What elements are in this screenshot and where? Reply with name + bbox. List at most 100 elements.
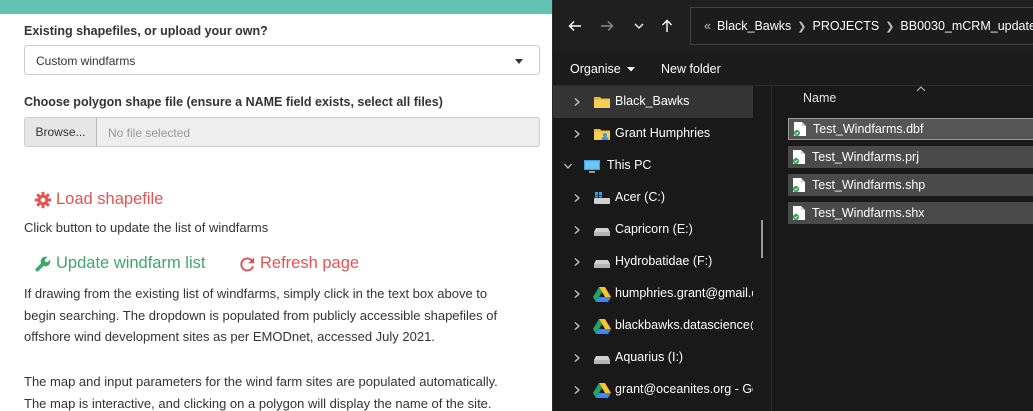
- file-item[interactable]: Test_Windfarms.prj: [788, 146, 1033, 168]
- caret-down-icon: [626, 67, 635, 72]
- nav-item-label: Grant Humphries: [615, 126, 711, 140]
- file-item[interactable]: Test_Windfarms.dbf: [788, 118, 1033, 140]
- organise-menu[interactable]: Organise: [570, 62, 636, 76]
- chevron-down-icon: [515, 59, 523, 64]
- nav-item-label: Acer (C:): [615, 190, 665, 204]
- refresh-page-button[interactable]: Refresh page: [238, 254, 359, 273]
- nav-item-label: Black_Bawks: [615, 94, 690, 108]
- gear-icon: [34, 191, 52, 208]
- chevron-right-icon[interactable]: [572, 321, 582, 331]
- chevron-down-icon: [634, 23, 644, 29]
- map-help: The map and input parameters for the win…: [24, 371, 498, 411]
- load-shapefile-button[interactable]: Load shapefile: [34, 190, 163, 209]
- nav-item-google-drive-oceanites[interactable]: grant@oceanites.org - Go: [553, 374, 753, 406]
- chevron-right-icon[interactable]: [572, 289, 582, 299]
- nav-item-label: Capricorn (E:): [615, 222, 693, 236]
- nav-item-label: Hydrobatidae (F:): [615, 254, 713, 268]
- nav-item-acer-drive[interactable]: Acer (C:): [553, 182, 753, 214]
- system-drive-icon: [594, 192, 610, 204]
- breadcrumb-chevron-icon: ❯: [797, 20, 807, 33]
- drive-icon: [594, 356, 610, 364]
- chevron-down-icon[interactable]: [563, 161, 573, 171]
- nav-item-label: blackbawks.datascience@: [615, 318, 753, 332]
- chevron-right-icon[interactable]: [572, 225, 582, 235]
- refresh-icon: [240, 256, 255, 271]
- polygon-file-input[interactable]: Browse... No file selected: [24, 117, 540, 147]
- google-drive-icon: [593, 287, 611, 302]
- nav-item-google-drive-blackbawks[interactable]: blackbawks.datascience@: [553, 310, 753, 342]
- load-shapefile-label: Load shapefile: [56, 190, 164, 208]
- chevron-right-icon[interactable]: [572, 97, 582, 107]
- recent-locations-button[interactable]: [629, 16, 649, 36]
- help-line: begin searching. The dropdown is populat…: [24, 307, 498, 323]
- chevron-right-icon[interactable]: [572, 193, 582, 203]
- sort-ascending-icon: [916, 86, 926, 92]
- arrow-right-icon: [601, 21, 614, 31]
- navigation-bar: « Black_Bawks ❯ PROJECTS ❯ BB0030_mCRM_u…: [553, 0, 1033, 52]
- shapefile-source-value: Custom windfarms: [36, 54, 136, 68]
- update-windfarm-list-button[interactable]: Update windfarm list: [34, 254, 205, 273]
- file-open-dialog: « Black_Bawks ❯ PROJECTS ❯ BB0030_mCRM_u…: [552, 0, 1033, 411]
- nav-item-black-bawks[interactable]: Black_Bawks: [553, 86, 753, 118]
- google-drive-icon: [593, 383, 611, 398]
- file-icon: [793, 206, 805, 220]
- back-button[interactable]: [565, 16, 585, 36]
- command-bar: Organise New folder: [553, 52, 1033, 86]
- breadcrumb-item[interactable]: Black_Bawks: [717, 19, 791, 33]
- breadcrumb-item[interactable]: PROJECTS: [813, 19, 880, 33]
- chevron-right-icon[interactable]: [572, 129, 582, 139]
- file-name: Test_Windfarms.dbf: [813, 122, 924, 136]
- arrow-up-icon: [662, 19, 672, 32]
- refresh-page-label: Refresh page: [260, 254, 360, 272]
- file-name: Test_Windfarms.prj: [812, 150, 919, 164]
- folder-icon: [594, 97, 610, 108]
- polygon-file-label: Choose polygon shape file (ensure a NAME…: [24, 95, 443, 109]
- nav-item-google-drive-humphries[interactable]: humphries.grant@gmail.c: [553, 278, 753, 310]
- wrench-icon: [35, 256, 51, 272]
- help-line: If drawing from the existing list of win…: [24, 286, 488, 301]
- existing-list-help: If drawing from the existing list of win…: [24, 283, 497, 348]
- browse-button[interactable]: Browse...: [25, 118, 97, 146]
- file-name: Test_Windfarms.shp: [812, 178, 926, 192]
- nav-item-label: humphries.grant@gmail.c: [615, 286, 753, 300]
- file-icon: [794, 122, 806, 136]
- help-line: offshore wind development sites as per E…: [24, 329, 435, 344]
- file-item[interactable]: Test_Windfarms.shx: [788, 202, 1033, 224]
- navigation-pane-scrollbar[interactable]: [761, 220, 763, 258]
- file-item[interactable]: Test_Windfarms.shp: [788, 174, 1033, 196]
- breadcrumb-chevron-icon: ❯: [885, 20, 895, 33]
- user-folder-icon: [594, 129, 610, 140]
- chevron-right-icon[interactable]: [572, 353, 582, 363]
- organise-label: Organise: [570, 62, 621, 76]
- chevron-right-icon[interactable]: [572, 257, 582, 267]
- navigation-pane: Black_Bawks Grant Humphries This PC Acer…: [553, 86, 771, 411]
- nav-item-grant-humphries[interactable]: Grant Humphries: [553, 118, 753, 150]
- nav-item-capricorn-drive[interactable]: Capricorn (E:): [553, 214, 753, 246]
- breadcrumb-item[interactable]: BB0030_mCRM_update: [900, 19, 1033, 33]
- nav-item-aquarius-drive[interactable]: Aquarius (I:): [553, 342, 753, 374]
- breadcrumb-overflow[interactable]: «: [704, 19, 711, 33]
- google-drive-icon: [593, 319, 611, 334]
- windfarm-app-panel: Existing shapefiles, or upload your own?…: [0, 0, 552, 411]
- file-icon: [793, 150, 805, 164]
- nav-item-label: grant@oceanites.org - Go: [615, 382, 753, 396]
- nav-item-hydrobatidae-drive[interactable]: Hydrobatidae (F:): [553, 246, 753, 278]
- forward-button[interactable]: [597, 16, 617, 36]
- address-bar[interactable]: « Black_Bawks ❯ PROJECTS ❯ BB0030_mCRM_u…: [690, 7, 1033, 45]
- shapefile-source-select[interactable]: Custom windfarms: [24, 45, 540, 75]
- file-icon: [793, 178, 805, 192]
- file-list-pane: Name Test_Windfarms.dbf Test_Windfarms.p…: [771, 86, 1033, 411]
- drive-icon: [594, 228, 610, 236]
- nav-item-label: This PC: [607, 158, 652, 172]
- app-header-bar: [0, 0, 552, 14]
- computer-icon: [584, 160, 600, 173]
- arrow-left-icon: [568, 21, 581, 31]
- help-line: The map is interactive, and clicking on …: [24, 395, 492, 411]
- nav-item-this-pc[interactable]: This PC: [553, 150, 753, 182]
- name-column-header[interactable]: Name: [803, 91, 836, 105]
- update-windfarm-list-label: Update windfarm list: [56, 254, 206, 272]
- new-folder-button[interactable]: New folder: [661, 62, 721, 76]
- up-button[interactable]: [657, 16, 677, 36]
- chevron-right-icon[interactable]: [572, 385, 582, 395]
- load-help-text: Click button to update the list of windf…: [24, 220, 269, 235]
